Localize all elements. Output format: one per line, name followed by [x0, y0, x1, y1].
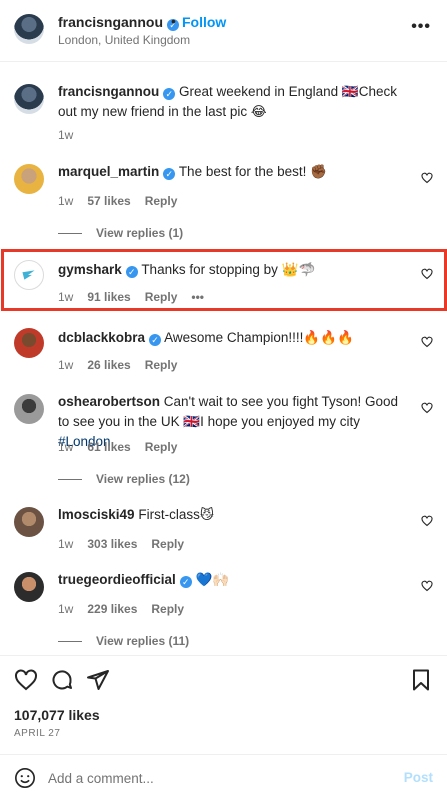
comment-likes[interactable]: 26 likes	[87, 358, 130, 372]
comment-meta: 1w 303 likes Reply	[58, 537, 198, 551]
comment-username[interactable]: marquel_martin	[58, 164, 159, 179]
view-replies-button[interactable]: View replies (11)	[58, 634, 189, 648]
save-bookmark-icon[interactable]	[409, 668, 433, 692]
view-replies-button[interactable]: View replies (12)	[58, 472, 190, 486]
comment-time[interactable]: 1w	[58, 602, 73, 616]
commenter-avatar[interactable]	[14, 164, 44, 194]
comment-body: 💙🙌🏻	[195, 572, 230, 587]
comment-text: dcblackkobra ✓ Awesome Champion!!!!🔥🔥🔥	[58, 328, 407, 348]
reply-button[interactable]: Reply	[151, 602, 184, 616]
caption-avatar[interactable]	[14, 84, 44, 114]
verified-badge-icon: ✓	[149, 334, 162, 346]
like-heart-icon[interactable]	[14, 668, 38, 692]
comment-meta: 1w 61 likes Reply	[58, 440, 191, 454]
follow-button[interactable]: Follow	[182, 14, 226, 30]
comment-likes[interactable]: 61 likes	[87, 440, 130, 454]
comment-input[interactable]	[48, 767, 388, 789]
author-username[interactable]: francisngannou ✓	[58, 14, 180, 31]
comment-meta: 1w 26 likes Reply	[58, 358, 191, 372]
comment-username[interactable]: lmosciski49	[58, 507, 135, 522]
post-date[interactable]: APRIL 27	[14, 728, 60, 739]
comment-text: truegeordieofficial ✓ 💙🙌🏻	[58, 570, 407, 590]
comment-likes[interactable]: 303 likes	[87, 537, 137, 551]
comment-body: The best for the best! ✊🏾	[178, 164, 327, 179]
separator-dot: •	[171, 13, 176, 29]
comment-text: lmosciski49 First-class😼	[58, 505, 407, 525]
commenter-avatar[interactable]	[14, 572, 44, 602]
comment-username[interactable]: oshearobertson	[58, 394, 160, 409]
post-likes-count[interactable]: 107,077 likes	[14, 707, 100, 723]
verified-badge-icon: ✓	[179, 576, 192, 588]
view-replies-line	[58, 479, 82, 481]
share-send-icon[interactable]	[86, 668, 110, 692]
emoji-icon[interactable]	[14, 767, 36, 789]
comment-username[interactable]: truegeordieofficial	[58, 572, 176, 587]
verified-badge-icon: ✓	[163, 88, 176, 100]
reply-button[interactable]: Reply	[145, 194, 178, 208]
comment-time[interactable]: 1w	[58, 194, 73, 208]
post-comment-button[interactable]: Post	[404, 770, 433, 785]
caption-time[interactable]: 1w	[58, 128, 73, 142]
post-header: francisngannou ✓ • Follow London, United …	[0, 0, 447, 62]
reply-button[interactable]: Reply	[151, 537, 184, 551]
more-options-icon[interactable]: •••	[411, 18, 431, 36]
comment-time[interactable]: 1w	[58, 440, 73, 454]
comment-meta: 1w 57 likes Reply	[58, 194, 191, 208]
view-replies-button[interactable]: View replies (1)	[58, 226, 183, 240]
reply-button[interactable]: Reply	[145, 440, 178, 454]
author-avatar[interactable]	[14, 14, 44, 44]
commenter-avatar[interactable]	[14, 507, 44, 537]
comment-text: marquel_martin ✓ The best for the best! ✊…	[58, 162, 407, 182]
comment-body: First-class😼	[138, 507, 214, 522]
like-comment-heart-icon[interactable]	[421, 515, 433, 527]
view-replies-line	[58, 233, 82, 235]
commenter-avatar[interactable]	[14, 328, 44, 358]
like-comment-heart-icon[interactable]	[421, 336, 433, 348]
add-comment-bar: Post	[0, 754, 447, 800]
comment-username[interactable]: dcblackkobra	[58, 330, 145, 345]
like-comment-heart-icon[interactable]	[421, 172, 433, 184]
verified-badge-icon: ✓	[163, 168, 176, 180]
comment-time[interactable]: 1w	[58, 537, 73, 551]
like-comment-heart-icon[interactable]	[421, 402, 433, 414]
caption-text: francisngannou ✓ Great weekend in England…	[58, 82, 407, 122]
post-actions: 107,077 likes APRIL 27 Post	[0, 655, 447, 800]
caption-meta: 1w	[58, 128, 87, 142]
like-comment-heart-icon[interactable]	[421, 580, 433, 592]
comment-meta: 1w 229 likes Reply	[58, 602, 198, 616]
comment-likes[interactable]: 229 likes	[87, 602, 137, 616]
comment-likes[interactable]: 57 likes	[87, 194, 130, 208]
comment-body: Awesome Champion!!!!🔥🔥🔥	[164, 330, 354, 345]
highlight-box	[1, 249, 447, 311]
commenter-avatar[interactable]	[14, 394, 44, 424]
caption-username[interactable]: francisngannou	[58, 84, 159, 99]
post-location[interactable]: London, United Kingdom	[58, 33, 190, 47]
reply-button[interactable]: Reply	[145, 358, 178, 372]
comment-bubble-icon[interactable]	[50, 668, 74, 692]
view-replies-line	[58, 641, 82, 643]
comment-time[interactable]: 1w	[58, 358, 73, 372]
